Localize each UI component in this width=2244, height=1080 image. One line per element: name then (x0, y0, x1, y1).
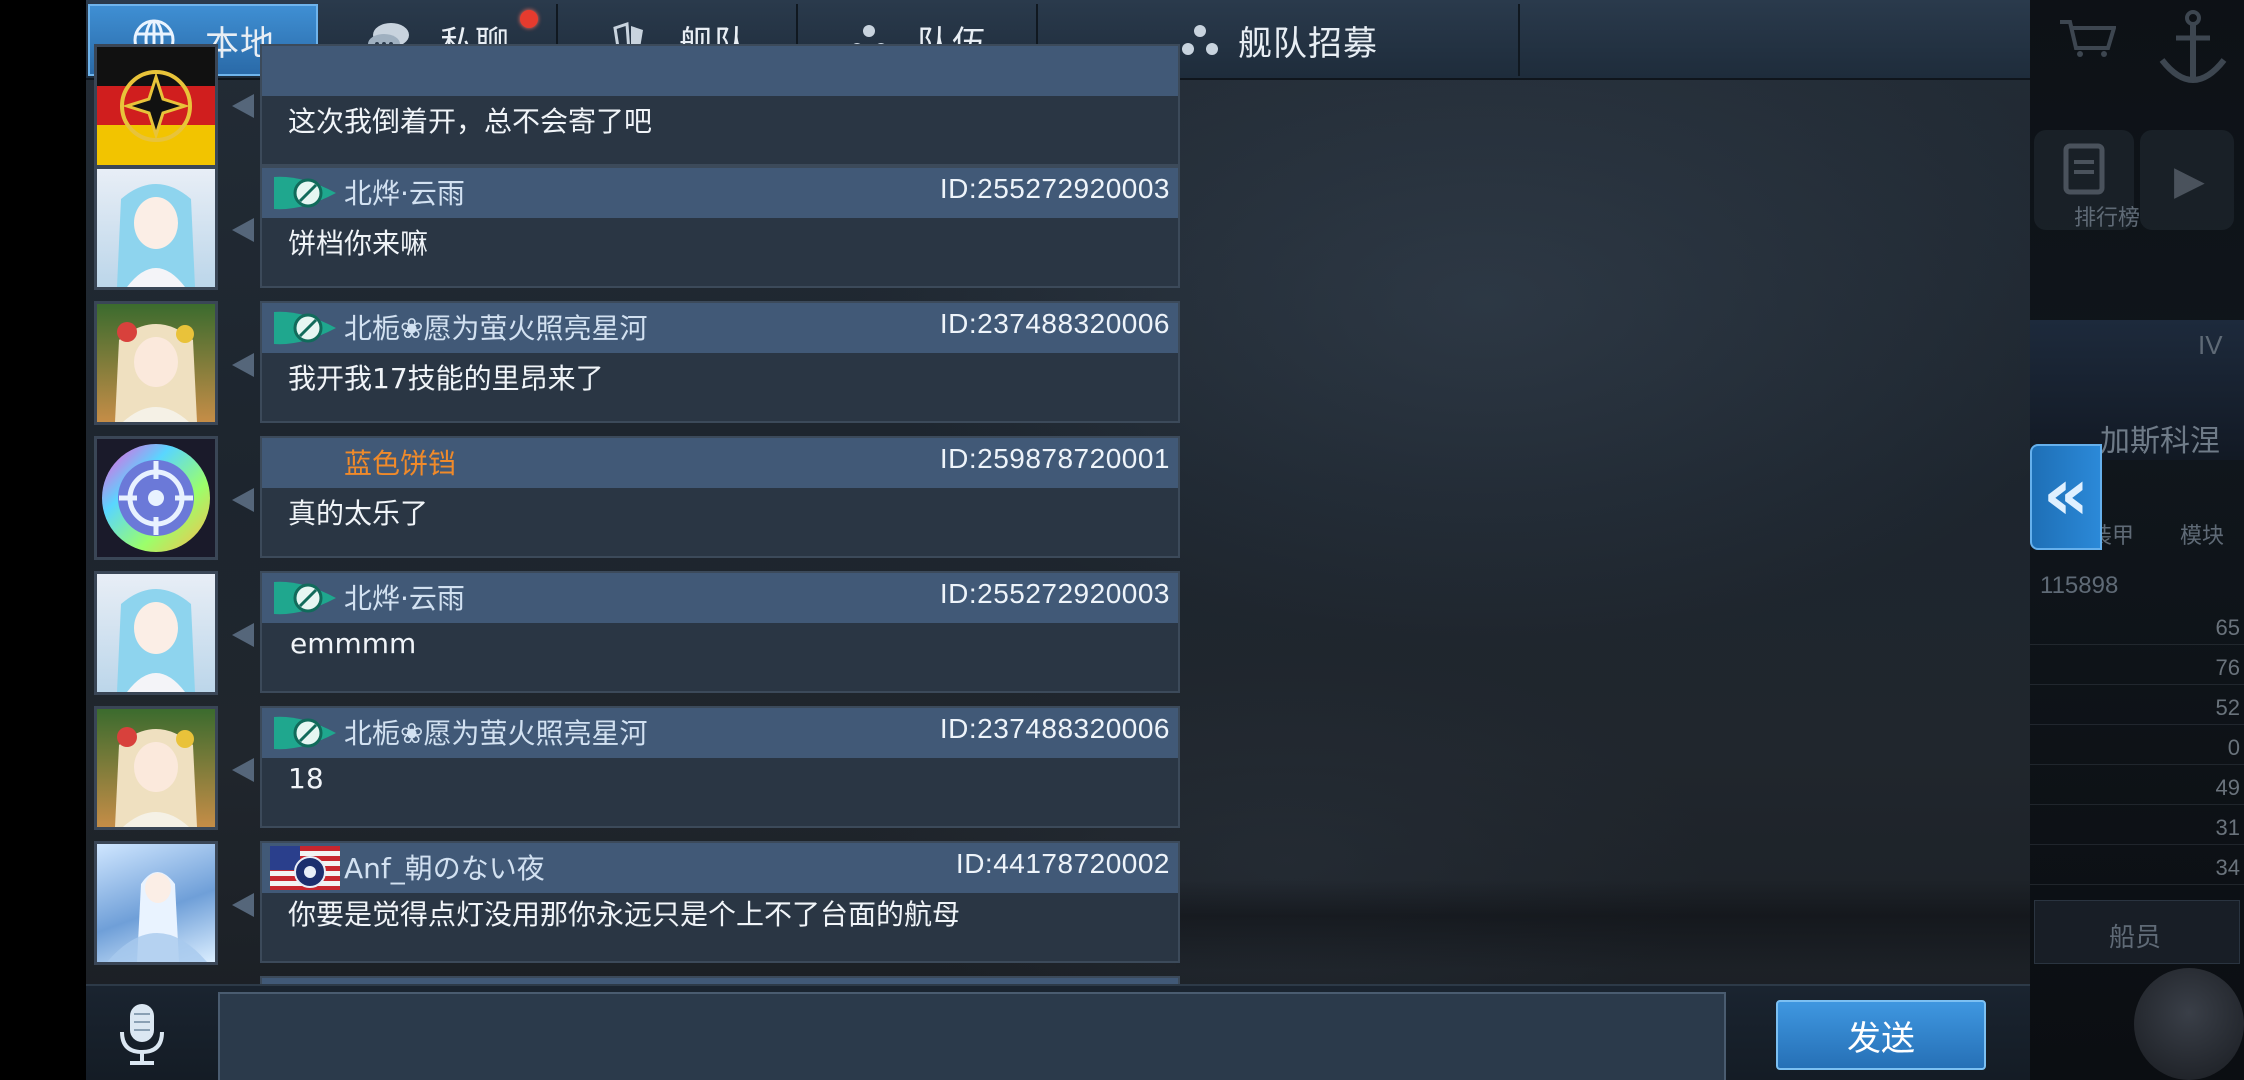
sender-name[interactable]: 北烨·云雨 (344, 577, 465, 617)
stat-row: 31 (2030, 815, 2244, 845)
chat-message (86, 976, 1180, 984)
message-bubble: 北烨·云雨 ID:255272920003 emmmm (260, 571, 1180, 693)
double-chevron-left-icon: « (2042, 452, 2090, 536)
bubble-pointer (232, 488, 254, 512)
flower-girl-avatar[interactable] (94, 706, 218, 830)
collapse-chat-button[interactable]: « (2030, 444, 2102, 550)
chat-message: 蓝色饼铛 ID:259878720001 真的太乐了 (86, 436, 1180, 562)
us-flag-icon (270, 846, 340, 890)
stat-row: 52 (2030, 695, 2244, 725)
left-margin (0, 0, 86, 1080)
rainbow-emblem-avatar[interactable] (94, 436, 218, 560)
message-bubble: 北栀❀愿为萤火照亮星河 ID:237488320006 我开我17技能的里昂来了 (260, 301, 1180, 423)
bubble-pointer (232, 758, 254, 782)
chat-message: 北栀❀愿为萤火照亮星河 ID:237488320006 我开我17技能的里昂来了 (86, 301, 1180, 427)
message-header (262, 46, 1178, 96)
guild-badge-icon (274, 581, 336, 615)
sender-id: ID:255272920003 (939, 173, 1170, 204)
sender-name[interactable]: 北栀❀愿为萤火照亮星河 (344, 712, 647, 752)
chat-message: 北烨·云雨 ID:255272920003 emmmm (86, 571, 1180, 697)
sender-id: ID:259878720001 (939, 443, 1170, 474)
message-header: 北烨·云雨 ID:255272920003 (262, 573, 1178, 623)
voice-button[interactable] (110, 1000, 174, 1068)
crew-button[interactable]: 船员 (2034, 900, 2240, 964)
stat-row: 34 (2030, 855, 2244, 885)
guild-badge-icon (274, 311, 336, 345)
sender-id: ID:44178720002 (955, 848, 1170, 879)
message-bubble: 北栀❀愿为萤火照亮星河 ID:237488320006 18 (260, 706, 1180, 828)
sender-name[interactable]: 蓝色饼铛 (344, 442, 456, 482)
bubble-pointer (232, 623, 254, 647)
message-header: 北烨·云雨 ID:255272920003 (262, 168, 1178, 218)
notification-dot (520, 10, 538, 28)
microphone-icon (120, 1004, 164, 1065)
tab-label: 舰队招募 (1238, 23, 1378, 64)
chat-message: 这次我倒着开，总不会寄了吧 (86, 44, 1180, 174)
ice-girl-avatar[interactable] (94, 841, 218, 965)
sender-name[interactable]: 北烨·云雨 (344, 172, 465, 212)
stat-row: 0 (2030, 735, 2244, 765)
flower-girl-avatar[interactable] (94, 301, 218, 425)
ship-card[interactable]: IV 加斯科涅 (2030, 320, 2244, 460)
guild-badge-icon (274, 716, 336, 750)
leaderboard-label: 排行榜 (2074, 205, 2141, 230)
message-text: emmmm (290, 627, 417, 660)
bubble-pointer (232, 94, 254, 118)
message-header: 北栀❀愿为萤火照亮星河 ID:237488320006 (262, 303, 1178, 353)
leaderboard-button[interactable]: 排行榜 (2034, 130, 2140, 230)
message-bubble: Anf_朝のない夜 ID:44178720002 你要是觉得点灯没用那你永远只是… (260, 841, 1180, 963)
sender-id: ID:237488320006 (939, 308, 1170, 339)
message-bubble: 北烨·云雨 ID:255272920003 饼档你来嘛 (260, 166, 1180, 288)
team-icon (1180, 23, 1220, 57)
message-text: 18 (288, 762, 324, 795)
chevron-right-icon: ▶ (2174, 159, 2205, 203)
message-input[interactable] (218, 992, 1726, 1080)
module-label: 模块 (2180, 523, 2225, 548)
chat-message: Anf_朝のない夜 ID:44178720002 你要是觉得点灯没用那你永远只是… (86, 841, 1180, 967)
iron-cross-avatar[interactable] (94, 44, 218, 168)
stat-row: 49 (2030, 775, 2244, 805)
sender-name[interactable]: 北栀❀愿为萤火照亮星河 (344, 307, 647, 347)
shop-cart-icon[interactable] (2058, 18, 2116, 58)
message-list[interactable]: 这次我倒着开，总不会寄了吧 北烨·云雨 ID:255272920003 饼档你来… (86, 44, 1180, 984)
sender-name[interactable]: Anf_朝のない夜 (344, 847, 545, 887)
chat-window: 本地 私聊 舰队 (86, 0, 2030, 1080)
power-value: 115898 (2040, 572, 2119, 599)
anchor-icon[interactable] (2148, 4, 2238, 94)
message-text: 真的太乐了 (288, 497, 429, 530)
sender-id: ID:255272920003 (939, 578, 1170, 609)
bubble-pointer (232, 218, 254, 242)
ship-name: 加斯科涅 (2100, 425, 2220, 458)
ship-tier: IV (2198, 330, 2223, 360)
clipboard-icon (2063, 143, 2105, 195)
stat-row: 65 (2030, 615, 2244, 645)
guild-badge-icon (274, 176, 336, 210)
message-text: 饼档你来嘛 (288, 227, 429, 260)
blue-hair-girl-avatar[interactable] (94, 166, 218, 290)
message-header: 蓝色饼铛 ID:259878720001 (262, 438, 1178, 488)
blue-hair-girl-avatar[interactable] (94, 571, 218, 695)
message-bubble: 这次我倒着开，总不会寄了吧 (260, 44, 1180, 166)
message-header: Anf_朝のない夜 ID:44178720002 (262, 843, 1178, 893)
chat-message: 北栀❀愿为萤火照亮星河 ID:237488320006 18 (86, 706, 1180, 832)
chat-message: 北烨·云雨 ID:255272920003 饼档你来嘛 (86, 166, 1180, 292)
message-text: 这次我倒着开，总不会寄了吧 (288, 105, 653, 138)
crew-label: 船员 (2109, 922, 2162, 952)
stat-row: 76 (2030, 655, 2244, 685)
message-text: 你要是觉得点灯没用那你永远只是个上不了台面的航母 (288, 898, 961, 931)
message-bubble (260, 976, 1180, 984)
bubble-pointer (232, 353, 254, 377)
bubble-pointer (232, 893, 254, 917)
next-arrow-button[interactable]: ▶ (2140, 130, 2234, 230)
message-text: 我开我17技能的里昂来了 (288, 362, 604, 395)
message-header: 北栀❀愿为萤火照亮星河 ID:237488320006 (262, 708, 1178, 758)
send-button[interactable]: 发送 (1776, 1000, 1986, 1070)
message-bubble: 蓝色饼铛 ID:259878720001 真的太乐了 (260, 436, 1180, 558)
chat-input-bar: 发送 (86, 984, 2030, 1080)
captain-avatar[interactable] (2134, 968, 2244, 1080)
sender-id: ID:237488320006 (939, 713, 1170, 744)
